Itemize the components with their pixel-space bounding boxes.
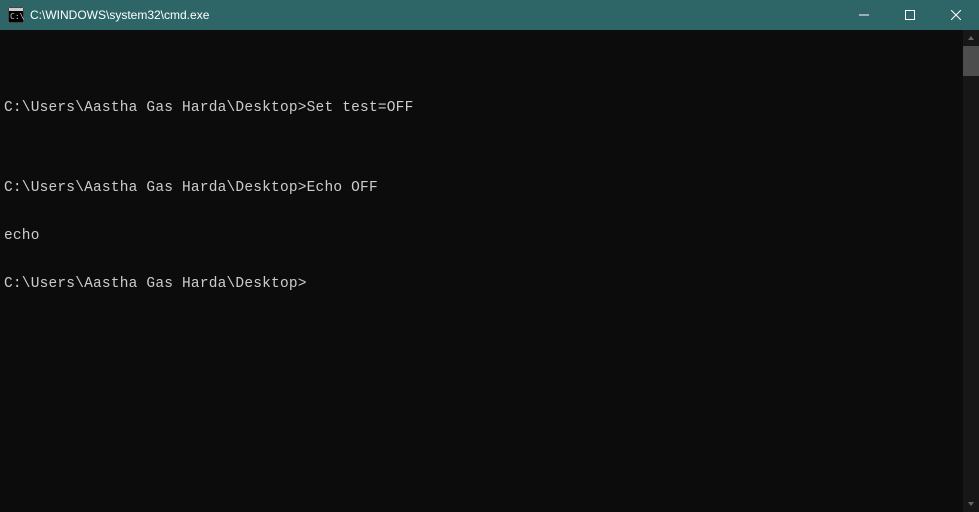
titlebar: C:\ C:\WINDOWS\system32\cmd.exe xyxy=(0,0,979,30)
svg-text:C:\: C:\ xyxy=(10,12,24,21)
scroll-up-arrow-icon[interactable] xyxy=(963,30,979,46)
scrollbar[interactable] xyxy=(963,30,979,512)
scroll-down-arrow-icon[interactable] xyxy=(963,496,979,512)
terminal-line: C:\Users\Aastha Gas Harda\Desktop>Set te… xyxy=(4,100,963,116)
scroll-track[interactable] xyxy=(963,46,979,496)
window-title: C:\WINDOWS\system32\cmd.exe xyxy=(30,8,841,22)
terminal-line: C:\Users\Aastha Gas Harda\Desktop>Echo O… xyxy=(4,180,963,196)
cmd-icon: C:\ xyxy=(8,7,24,23)
close-button[interactable] xyxy=(933,0,979,30)
terminal-line: echo xyxy=(4,228,963,244)
terminal-content[interactable]: C:\Users\Aastha Gas Harda\Desktop>Set te… xyxy=(0,30,963,512)
minimize-button[interactable] xyxy=(841,0,887,30)
window-controls xyxy=(841,0,979,30)
terminal-body: C:\Users\Aastha Gas Harda\Desktop>Set te… xyxy=(0,30,979,512)
scroll-thumb[interactable] xyxy=(963,46,979,76)
maximize-button[interactable] xyxy=(887,0,933,30)
terminal-line: C:\Users\Aastha Gas Harda\Desktop> xyxy=(4,276,963,292)
